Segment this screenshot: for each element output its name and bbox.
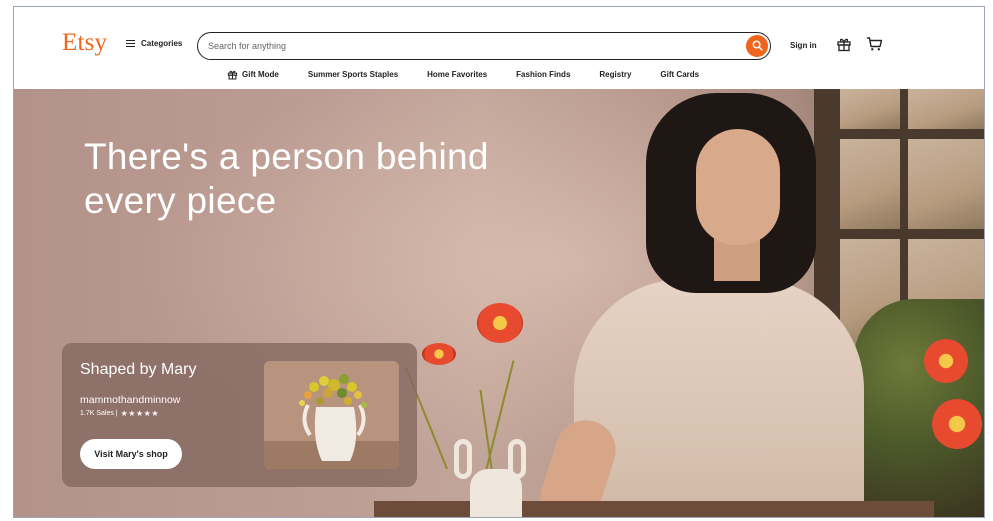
star-rating: ★★★★★	[120, 409, 159, 418]
categories-menu-button[interactable]: Categories	[126, 39, 182, 48]
browser-viewport: Etsy Categories Sign in	[13, 6, 985, 518]
vase-product-illustration	[264, 361, 399, 469]
subnav-label: Gift Mode	[242, 70, 279, 79]
cart-button[interactable]	[866, 36, 883, 57]
sub-navigation: Gift Mode Summer Sports Staples Home Fav…	[227, 69, 728, 80]
card-title: Shaped by Mary	[80, 361, 197, 378]
hero-table	[374, 501, 934, 517]
hamburger-icon	[126, 40, 135, 47]
product-image[interactable]	[264, 361, 399, 469]
visit-shop-button[interactable]: Visit Mary's shop	[80, 439, 182, 469]
cart-icon	[867, 37, 883, 51]
hero-banner: There's a person behind every piece Shap…	[14, 89, 984, 517]
gift-icon	[227, 70, 238, 80]
shop-rating: 1.7K Sales | ★★★★★	[80, 409, 159, 418]
subnav-registry[interactable]: Registry	[599, 70, 631, 79]
search-icon	[752, 40, 763, 51]
hero-flower	[477, 303, 523, 343]
hero-person-face	[696, 129, 780, 245]
featured-shop-card: Shaped by Mary mammothandminnow 1.7K Sal…	[62, 343, 417, 487]
hero-person-image	[574, 279, 864, 517]
subnav-fashion-finds[interactable]: Fashion Finds	[516, 70, 570, 79]
search-bar	[197, 32, 771, 60]
subnav-gift-cards[interactable]: Gift Cards	[660, 70, 699, 79]
shop-name[interactable]: mammothandminnow	[80, 394, 180, 406]
subnav-gift-mode[interactable]: Gift Mode	[227, 69, 279, 80]
sign-in-link[interactable]: Sign in	[790, 41, 817, 50]
categories-label: Categories	[141, 39, 183, 48]
hero-title: There's a person behind every piece	[84, 136, 489, 221]
search-button[interactable]	[746, 34, 768, 57]
subnav-summer-sports-staples[interactable]: Summer Sports Staples	[308, 70, 398, 79]
etsy-logo[interactable]: Etsy	[62, 29, 107, 57]
site-header: Etsy Categories Sign in	[14, 7, 984, 89]
hero-vase	[470, 469, 522, 517]
search-input[interactable]	[208, 36, 728, 56]
subnav-home-favorites[interactable]: Home Favorites	[427, 70, 487, 79]
gift-icon	[837, 38, 851, 52]
sales-count: 1.7K Sales |	[80, 410, 118, 417]
hero-flower	[422, 343, 456, 365]
gift-mode-button[interactable]	[836, 36, 852, 57]
